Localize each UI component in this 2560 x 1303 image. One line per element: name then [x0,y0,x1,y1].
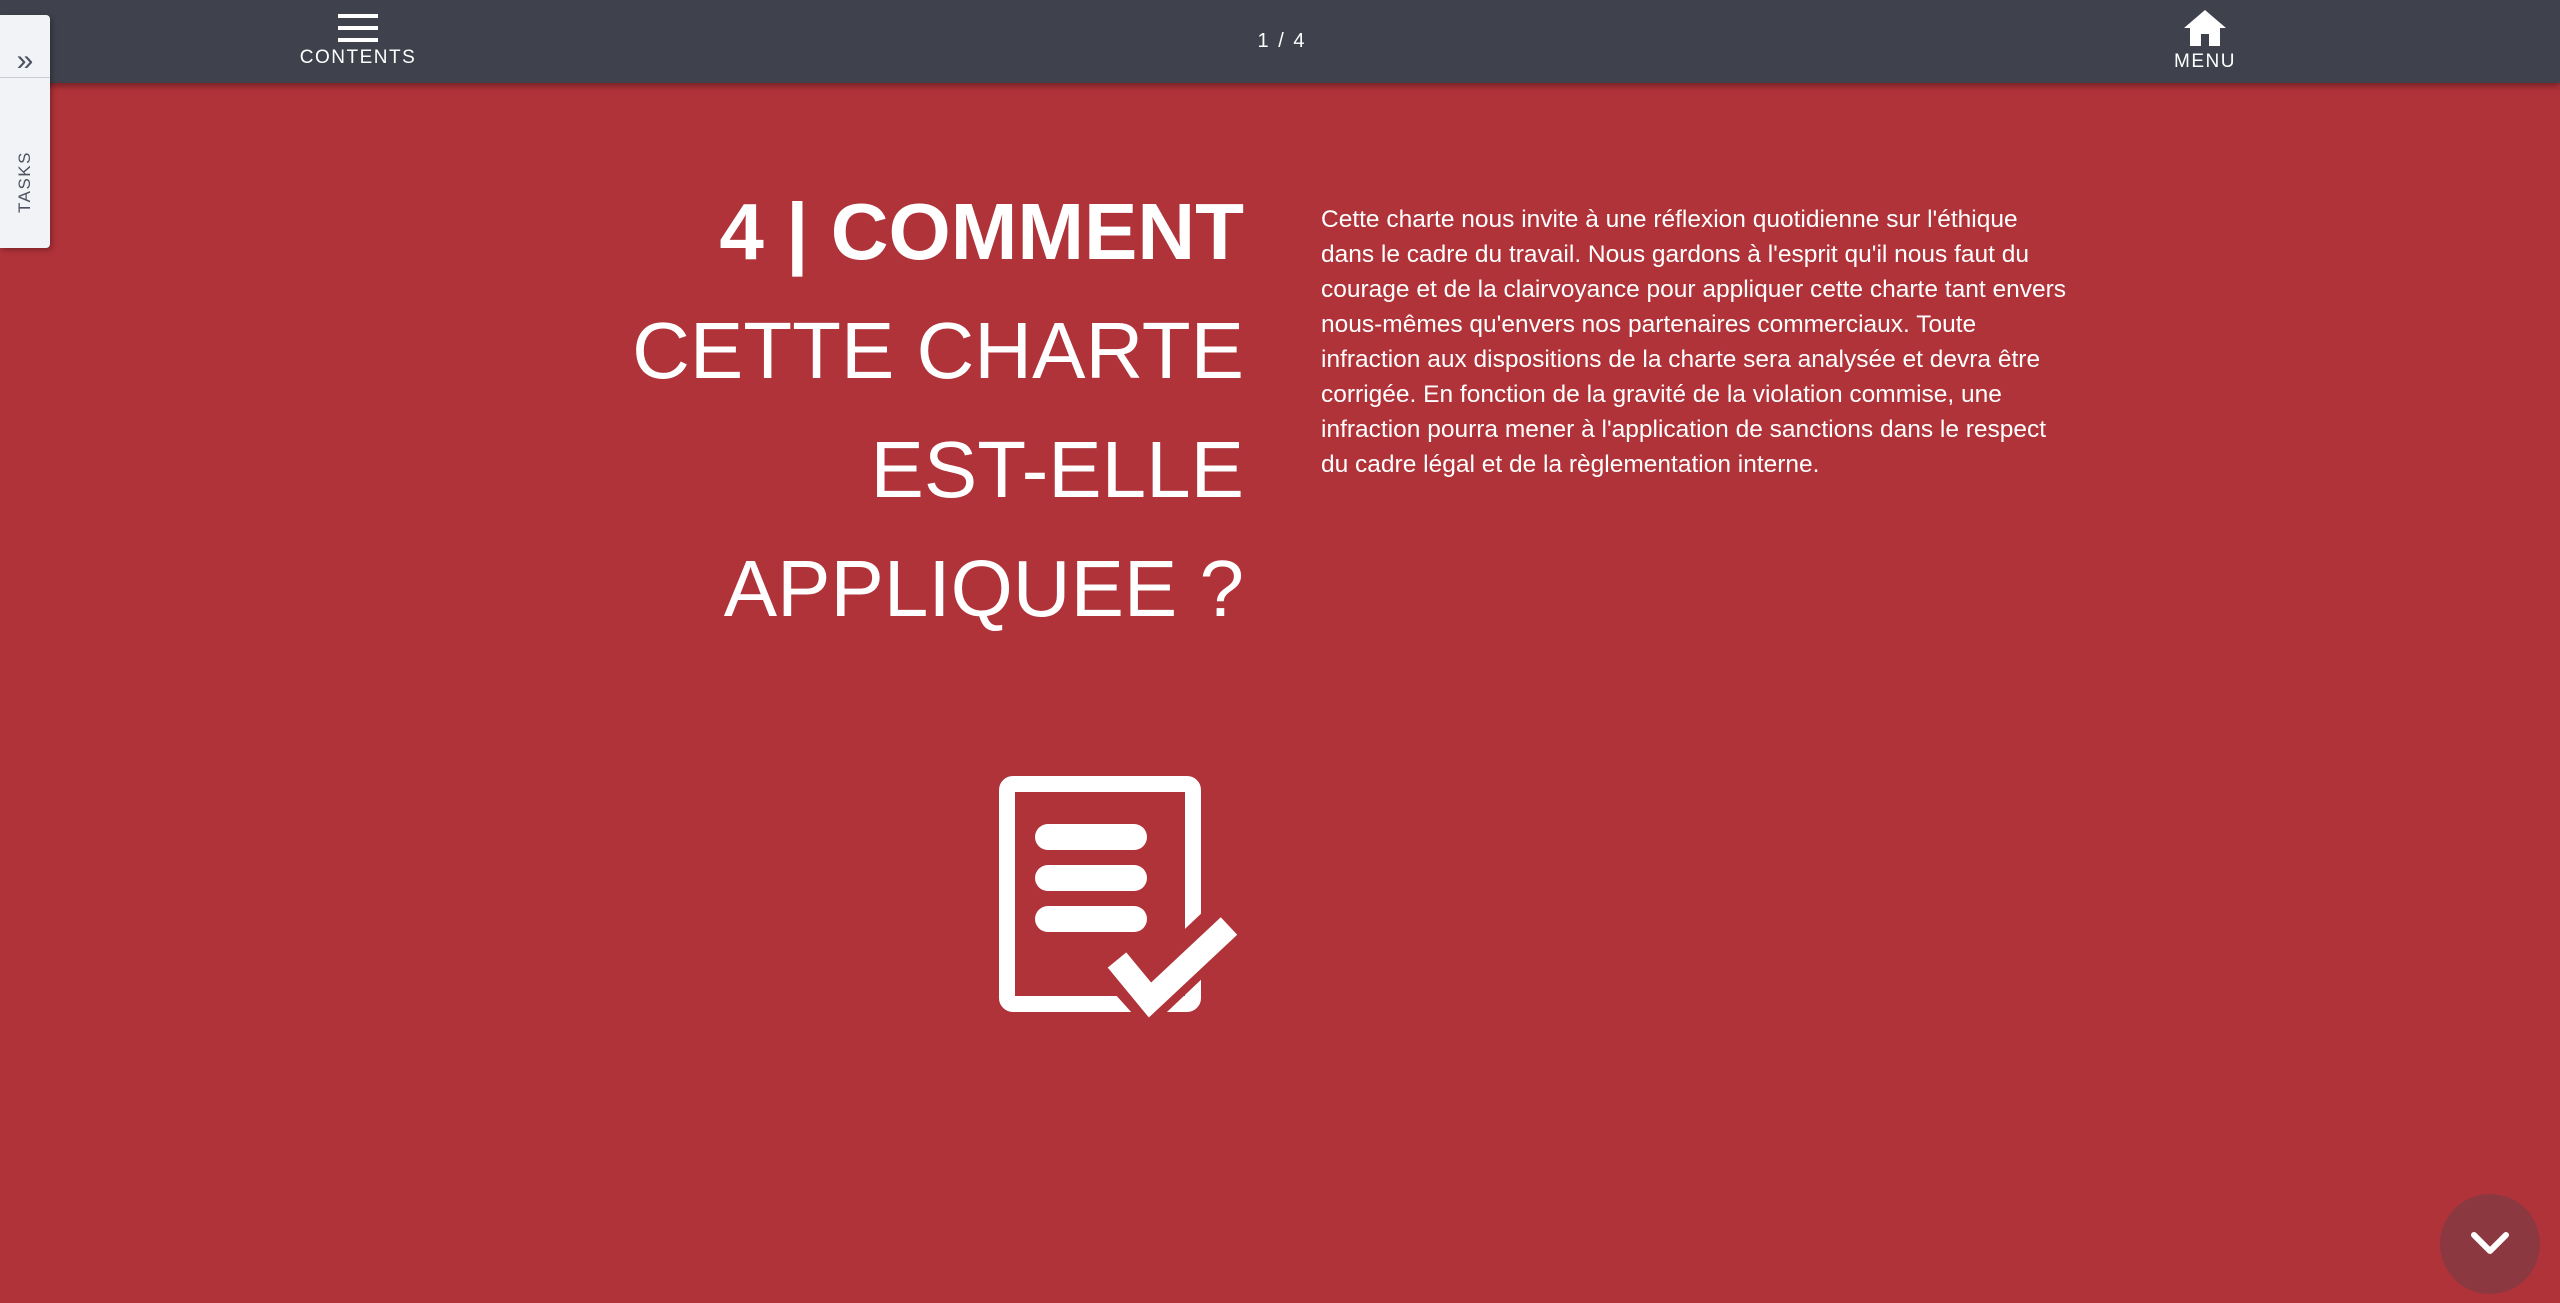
heading-line-3: EST-ELLE [870,425,1244,514]
heading-line-2: CETTE CHARTE [632,306,1244,395]
section-heading: 4 | COMMENT CETTE CHARTE EST-ELLE APPLIQ… [600,172,1244,648]
hamburger-icon [338,14,378,42]
tasks-label: TASKS [15,151,35,213]
heading-line-1: 4 | COMMENT [719,187,1244,276]
section-body-text: Cette charte nous invite à une réflexion… [1321,206,2066,478]
tasks-divider [0,77,50,78]
top-navigation-bar: CONTENTS 1 / 4 MENU [0,0,2560,83]
contents-button[interactable]: CONTENTS [290,0,426,83]
double-chevron-right-icon[interactable]: » [0,33,50,89]
home-icon [2184,10,2226,46]
menu-button[interactable]: MENU [2160,0,2250,83]
menu-label: MENU [2174,51,2236,72]
tasks-toggle[interactable]: TASKS [0,137,50,227]
contents-label: CONTENTS [299,47,417,68]
chevron-down-icon [2471,1232,2509,1254]
tasks-panel-tab: » TASKS [0,15,50,248]
page-counter: 1 / 4 [1257,30,1307,52]
scroll-down-button[interactable] [2440,1194,2540,1294]
heading-line-4: APPLIQUEE ? [723,544,1244,633]
document-check-icon [999,776,1249,1020]
